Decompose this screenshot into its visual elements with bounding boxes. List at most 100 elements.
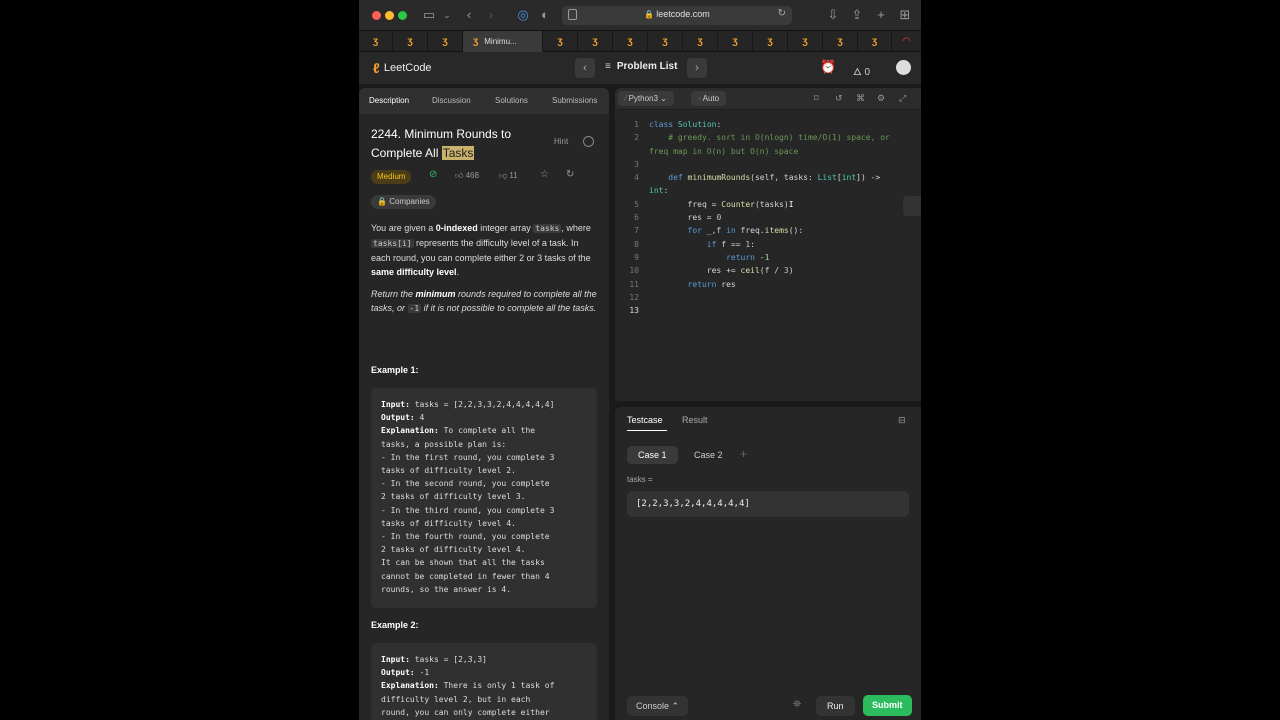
back-icon[interactable]: ‹ bbox=[461, 7, 477, 23]
browser-tab[interactable]: ʒ bbox=[753, 31, 788, 52]
example-1-title: Example 1: bbox=[371, 365, 419, 375]
mode-select[interactable]: ▫ Auto bbox=[691, 91, 727, 106]
bookmark-icon[interactable]: ⌑ bbox=[814, 93, 819, 104]
tab-discussion[interactable]: Discussion bbox=[432, 96, 471, 105]
browser-tab[interactable]: ʒ bbox=[788, 31, 823, 52]
browser-tab[interactable]: ʒ bbox=[428, 31, 463, 52]
reload-icon[interactable]: ↻ bbox=[778, 8, 786, 19]
language-label: Python3 bbox=[628, 94, 658, 103]
tab-strip: ʒ ʒ ʒ ʒ Minimu... ʒ ʒ ʒ ʒ ʒ ʒ ʒ ʒ ʒ ʒ ◠ bbox=[359, 31, 921, 52]
shortcut-icon[interactable]: ⌘ bbox=[856, 93, 865, 104]
leetcode-favicon-icon: ʒ bbox=[407, 36, 413, 47]
browser-tab[interactable]: ʒ bbox=[578, 31, 613, 52]
dislike-count: 11 bbox=[509, 171, 518, 180]
hint-button[interactable]: Hint bbox=[554, 137, 568, 146]
browser-tab-active[interactable]: ʒ Minimu... bbox=[463, 31, 543, 52]
new-tab-icon[interactable]: + bbox=[873, 7, 889, 23]
browser-tab[interactable]: ʒ bbox=[858, 31, 892, 52]
logo-text: LeetCode bbox=[383, 62, 432, 74]
side-panel-toggle[interactable] bbox=[903, 196, 921, 216]
code-area[interactable]: 1 class Solution: 2 # greedy. sort in O(n… bbox=[615, 118, 921, 317]
browser-tab[interactable]: ʒ bbox=[613, 31, 648, 52]
browser-tab[interactable]: ʒ bbox=[648, 31, 683, 52]
refresh-icon[interactable]: ↻ bbox=[566, 169, 574, 180]
browser-tab[interactable]: ʒ bbox=[543, 31, 578, 52]
active-tab-underline bbox=[627, 430, 667, 431]
browser-tab[interactable]: ʒ bbox=[718, 31, 753, 52]
maximize-window-button[interactable] bbox=[398, 11, 407, 20]
chevron-down-icon: ⌄ bbox=[660, 94, 667, 103]
more-icon[interactable] bbox=[583, 136, 594, 147]
download-icon[interactable]: ⇩ bbox=[825, 7, 841, 23]
leetcode-navbar: ℓ LeetCode ‹ ≡ Problem List › ⏰ 🜂 0 bbox=[359, 52, 921, 84]
problem-list-label: Problem List bbox=[616, 61, 678, 72]
streak-count: 0 bbox=[864, 67, 871, 78]
prev-problem-button[interactable]: ‹ bbox=[575, 58, 595, 78]
problem-title: 2244. Minimum Rounds to Complete All Tas… bbox=[371, 125, 541, 163]
case-1-button[interactable]: Case 1 bbox=[627, 446, 678, 464]
close-window-button[interactable] bbox=[372, 11, 381, 20]
tasks-input[interactable]: [2,2,3,3,2,4,4,4,4,4] bbox=[627, 491, 909, 517]
extension-icon[interactable]: ◎ bbox=[515, 7, 531, 23]
case-2-button[interactable]: Case 2 bbox=[683, 446, 734, 464]
language-select[interactable]: ⁄ Python3 ⌄ bbox=[618, 91, 674, 106]
sidebar-icon[interactable]: ▭ bbox=[421, 7, 437, 23]
reset-icon[interactable]: ↺ bbox=[835, 93, 843, 104]
tab-description[interactable]: Description bbox=[369, 96, 409, 105]
alarm-clock-icon[interactable]: ⏰ bbox=[820, 59, 836, 75]
browser-tab[interactable]: ʒ bbox=[683, 31, 718, 52]
tab-solutions[interactable]: Solutions bbox=[495, 96, 528, 105]
companies-tag[interactable]: 🔒 Companies bbox=[371, 195, 436, 209]
shield-icon[interactable]: ◐ bbox=[537, 7, 553, 23]
problem-list-button[interactable]: ≡ Problem List bbox=[605, 61, 677, 72]
address-bar[interactable]: 🔒 leetcode.com ↻ bbox=[562, 6, 792, 25]
difficulty-badge: Medium bbox=[371, 170, 412, 184]
leetcode-favicon-icon: ʒ bbox=[662, 36, 668, 47]
browser-tab[interactable]: ʒ bbox=[823, 31, 858, 52]
gear-icon[interactable]: ⚙ bbox=[877, 93, 885, 104]
leetcode-favicon-icon: ʒ bbox=[442, 36, 448, 47]
leetcode-favicon-icon: ʒ bbox=[767, 36, 773, 47]
avatar[interactable] bbox=[896, 60, 911, 75]
submit-button[interactable]: Submit bbox=[863, 695, 912, 716]
run-button[interactable]: Run bbox=[816, 696, 855, 716]
companies-label: Companies bbox=[389, 197, 430, 206]
tab-testcase[interactable]: Testcase bbox=[627, 415, 663, 425]
tab-submissions[interactable]: Submissions bbox=[552, 96, 597, 105]
share-icon[interactable]: ⇪ bbox=[849, 7, 865, 23]
browser-titlebar: ▭ ⌄ ‹ › ◎ ◐ 🔒 leetcode.com ↻ ⇩ ⇪ + ⊞ bbox=[359, 0, 921, 31]
minimize-window-button[interactable] bbox=[385, 11, 394, 20]
tab-label: Minimu... bbox=[484, 37, 517, 46]
url-text: leetcode.com bbox=[656, 9, 710, 19]
leetcode-logo[interactable]: ℓ LeetCode bbox=[373, 60, 432, 76]
chevron-down-icon[interactable]: ⌄ bbox=[439, 7, 455, 23]
editor-toolbar: ⁄ Python3 ⌄ ▫ Auto ⌑ ↺ ⌘ ⚙ ⤢ bbox=[615, 88, 921, 110]
console-label: Console bbox=[636, 701, 670, 711]
code-editor-panel: ⁄ Python3 ⌄ ▫ Auto ⌑ ↺ ⌘ ⚙ ⤢ 1 class Solu… bbox=[615, 88, 921, 401]
description-panel: Description Discussion Solutions Submiss… bbox=[359, 88, 609, 720]
tab-overview-icon[interactable]: ⊞ bbox=[897, 7, 913, 23]
tasks-input-label: tasks = bbox=[627, 475, 653, 484]
console-button[interactable]: Console ⌃ bbox=[627, 696, 689, 716]
expand-icon[interactable]: ⤢ bbox=[899, 93, 906, 104]
debug-icon[interactable]: ⛯ bbox=[793, 699, 801, 710]
collapse-icon[interactable]: ⊟ bbox=[898, 415, 906, 426]
leetcode-favicon-icon: ʒ bbox=[372, 36, 379, 47]
like-button[interactable]: 👍︎ 468 bbox=[455, 171, 479, 181]
forward-icon[interactable]: › bbox=[483, 7, 499, 23]
browser-tab[interactable]: ʒ bbox=[359, 31, 393, 52]
add-case-button[interactable]: + bbox=[740, 447, 747, 461]
browser-tab[interactable]: ◠ bbox=[892, 31, 921, 52]
streak-counter[interactable]: 🜂 0 bbox=[853, 60, 870, 81]
star-icon[interactable]: ☆ bbox=[540, 169, 549, 180]
like-count: 468 bbox=[465, 171, 479, 180]
next-problem-button[interactable]: › bbox=[687, 58, 707, 78]
leetcode-favicon-icon: ʒ bbox=[732, 36, 738, 47]
tab-result[interactable]: Result bbox=[682, 415, 708, 425]
mode-label: Auto bbox=[702, 94, 720, 103]
dislike-button[interactable]: 👎︎ 11 bbox=[499, 171, 518, 181]
leetcode-logo-icon: ℓ bbox=[373, 60, 380, 76]
thumbs-down-icon: 👎︎ bbox=[499, 171, 508, 180]
chevron-up-icon: ⌃ bbox=[671, 701, 680, 711]
browser-tab[interactable]: ʒ bbox=[393, 31, 428, 52]
